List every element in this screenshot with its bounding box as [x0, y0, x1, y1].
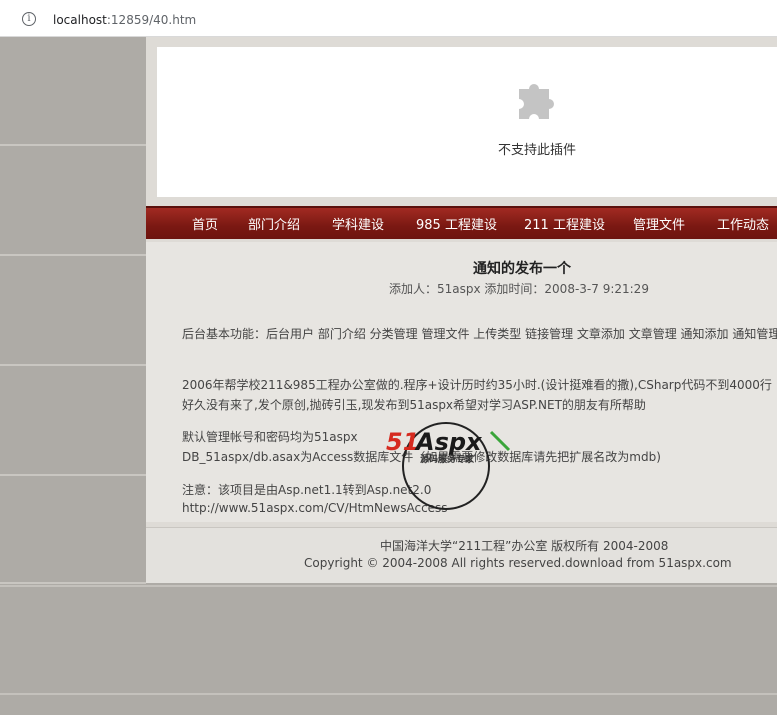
article-content: 通知的发布一个 添加人：51aspx 添加时间：2008-3-7 9:21:29…	[146, 242, 777, 522]
article-meta: 添加人：51aspx 添加时间：2008-3-7 9:21:29	[389, 282, 649, 296]
article-title: 通知的发布一个	[473, 261, 571, 277]
rail-divider	[0, 474, 146, 476]
bottom-divider	[0, 585, 777, 587]
address-bar: i localhost:12859/40.htm	[0, 0, 777, 37]
svg-text:Aspx: Aspx	[414, 428, 483, 456]
puzzle-icon	[519, 84, 554, 119]
main-nav: 首页 部门介绍 学科建设 985 工程建设 211 工程建设 管理文件 工作动态	[146, 206, 777, 239]
rail-divider	[0, 144, 146, 146]
url-text[interactable]: localhost:12859/40.htm	[53, 13, 196, 27]
article-paragraph: 好久没有来了,发个原创,抛砖引玉,现发布到51aspx希望对学习ASP.NET的…	[182, 398, 646, 412]
bottom-divider	[0, 693, 777, 695]
article-paragraph: 2006年帮学校211&985工程办公室做的.程序+设计历时约35小时.(设计挺…	[182, 378, 772, 392]
nav-item-disciplines[interactable]: 学科建设	[332, 214, 384, 233]
nav-item-211[interactable]: 211 工程建设	[524, 214, 605, 233]
rail-divider	[0, 254, 146, 256]
rail-divider	[0, 582, 146, 584]
rail-divider	[0, 364, 146, 366]
footer-copyright-cn: 中国海洋大学“211工程”办公室 版权所有 2004-2008	[380, 539, 669, 553]
info-icon[interactable]: i	[22, 12, 36, 26]
url-field[interactable]: i localhost:12859/40.htm	[6, 3, 777, 31]
article-paragraph: 默认管理帐号和密码均为51aspx	[182, 430, 358, 444]
plugin-unsupported-text: 不支持此插件	[498, 143, 577, 158]
footer: 中国海洋大学“211工程”办公室 版权所有 2004-2008 Copyrigh…	[146, 527, 777, 583]
article-paragraph: 后台基本功能：后台用户 部门介绍 分类管理 管理文件 上传类型 链接管理 文章添…	[182, 327, 777, 341]
watermark-logo: 51 Aspx 源码服务专家	[386, 422, 511, 510]
nav-item-news[interactable]: 工作动态	[717, 214, 769, 233]
url-path: :12859/40.htm	[106, 13, 197, 27]
svg-text:源码服务专家: 源码服务专家	[420, 453, 475, 465]
main-column: 不支持此插件 首页 部门介绍 学科建设 985 工程建设 211 工程建设 管理…	[146, 37, 777, 583]
nav-item-985[interactable]: 985 工程建设	[416, 214, 497, 233]
plugin-placeholder: 不支持此插件	[157, 47, 777, 197]
svg-text:51: 51	[386, 428, 419, 456]
nav-item-home[interactable]: 首页	[192, 214, 218, 233]
nav-item-departments[interactable]: 部门介绍	[248, 214, 300, 233]
nav-item-documents[interactable]: 管理文件	[633, 214, 685, 233]
footer-copyright-en: Copyright © 2004-2008 All rights reserve…	[304, 556, 732, 570]
bottom-background	[0, 585, 777, 715]
url-host: localhost	[53, 13, 107, 27]
